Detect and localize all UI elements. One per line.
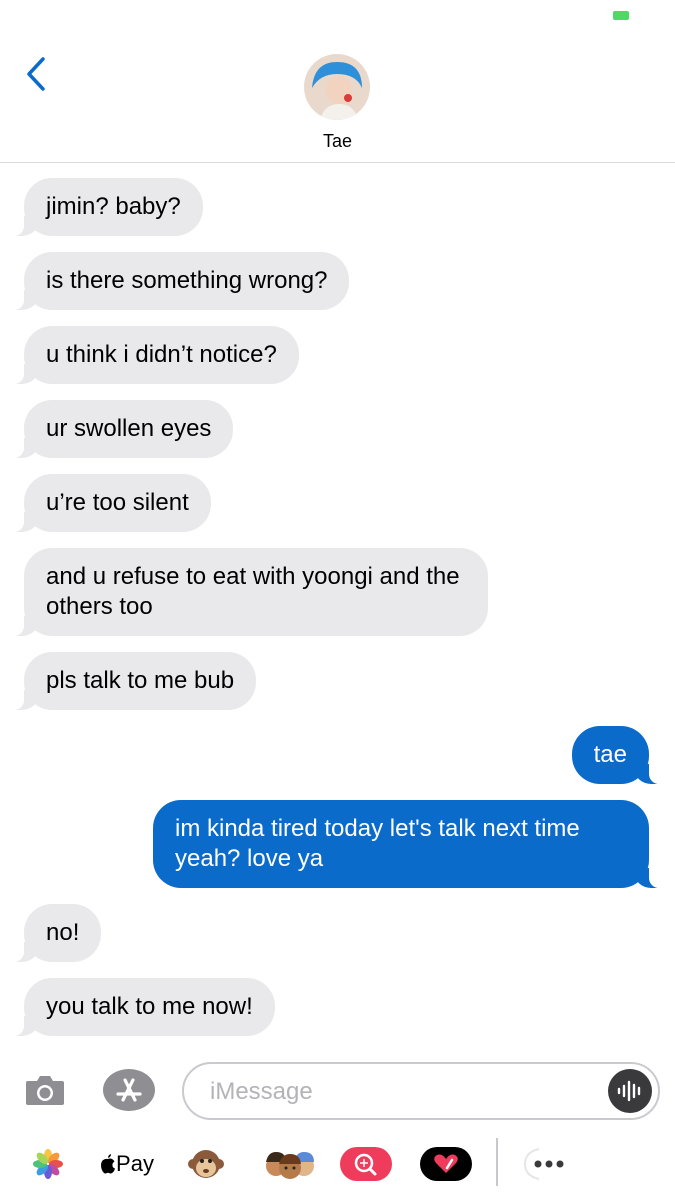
photos-icon	[33, 1149, 63, 1179]
photos-app-button[interactable]	[28, 1140, 68, 1188]
message-text: you talk to me now!	[46, 993, 253, 1020]
message-bubble-incoming[interactable]: u’re too silent	[10, 474, 211, 532]
apple-pay-icon	[101, 1154, 116, 1174]
conversation-header: Tae	[0, 36, 675, 163]
message-bubble-outgoing[interactable]: im kinda tired today let's talk next tim…	[153, 800, 663, 888]
images-search-button[interactable]	[338, 1140, 394, 1188]
monkey-memoji-icon	[188, 1150, 224, 1178]
message-text: ur swollen eyes	[46, 415, 212, 442]
drawer-divider	[496, 1138, 498, 1186]
digital-touch-icon	[420, 1147, 472, 1181]
memoji-stickers-icon	[266, 1152, 314, 1179]
status-bar	[0, 0, 675, 36]
app-store-icon	[103, 1069, 155, 1111]
message-bubble-incoming[interactable]: you talk to me now!	[10, 978, 275, 1036]
animoji-app-button[interactable]	[186, 1140, 226, 1188]
digital-touch-button[interactable]	[418, 1140, 474, 1188]
message-text: im kinda tired today let's talk next tim…	[175, 815, 580, 872]
app-drawer: Pay	[0, 1136, 675, 1192]
contact-name[interactable]: Tae	[0, 131, 675, 152]
audio-message-button[interactable]	[608, 1069, 652, 1113]
message-text: and u refuse to eat with yoongi and the …	[46, 563, 460, 620]
camera-button[interactable]	[22, 1070, 68, 1110]
message-bubble-incoming[interactable]: u think i didn’t notice?	[10, 326, 299, 384]
message-bubble-outgoing[interactable]: tae	[571, 726, 664, 784]
app-store-button[interactable]	[102, 1068, 156, 1112]
message-bubble-incoming[interactable]: pls talk to me bub	[9, 652, 257, 710]
back-button[interactable]	[16, 54, 56, 94]
memoji-stickers-button[interactable]	[260, 1140, 320, 1188]
message-text: u think i didn’t notice?	[46, 341, 277, 368]
message-bubble-incoming[interactable]: no!	[9, 904, 102, 962]
more-apps-button[interactable]	[520, 1140, 576, 1188]
message-text: pls talk to me bub	[46, 667, 235, 694]
apple-pay-button[interactable]: Pay	[96, 1140, 158, 1188]
chevron-left-icon	[27, 57, 45, 91]
message-text: no!	[46, 919, 80, 946]
message-text: is there something wrong?	[46, 267, 328, 294]
message-text: u’re too silent	[46, 489, 189, 516]
waveform-icon	[617, 1080, 641, 1102]
message-bubble-incoming[interactable]: jimin? baby?	[10, 178, 203, 236]
avatar[interactable]	[304, 54, 370, 120]
compose-bar	[0, 1060, 675, 1124]
camera-icon	[26, 1076, 64, 1105]
apple-pay-label: Pay	[116, 1151, 154, 1176]
images-search-icon	[340, 1147, 392, 1181]
more-apps-icon	[523, 1148, 564, 1180]
message-input[interactable]	[208, 1064, 592, 1120]
battery-icon	[613, 11, 629, 20]
message-text: jimin? baby?	[46, 193, 181, 220]
message-bubble-incoming[interactable]: is there something wrong?	[9, 252, 350, 310]
message-text: tae	[593, 741, 627, 768]
message-bubble-incoming[interactable]: ur swollen eyes	[9, 400, 234, 458]
message-input-container	[182, 1062, 660, 1120]
message-bubble-incoming[interactable]: and u refuse to eat with yoongi and the …	[10, 548, 488, 636]
